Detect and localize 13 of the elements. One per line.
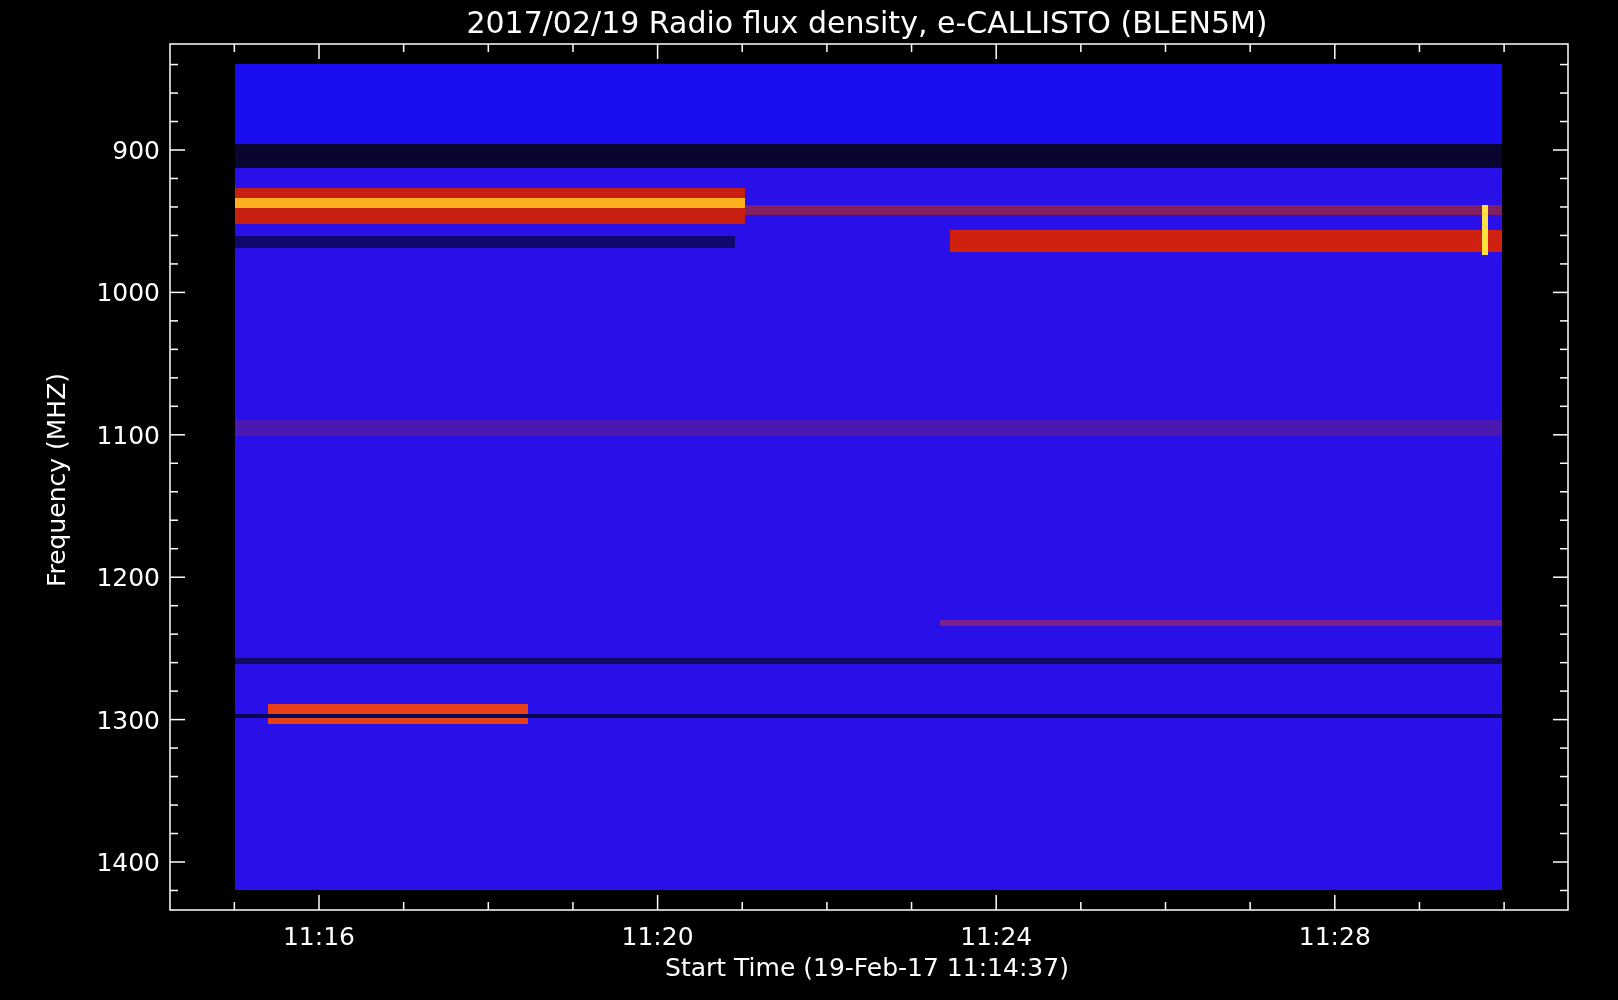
tick-label: 1000 — [96, 278, 160, 308]
axis-title: Start Time (19-Feb-17 11:14:37) — [665, 953, 1069, 982]
tick-label: 1100 — [96, 420, 160, 450]
tick-label: 900 — [112, 136, 160, 165]
tick-label: 11:16 — [283, 922, 355, 951]
axis-title: Frequency (MHZ) — [42, 372, 71, 588]
tick-label: 11:24 — [960, 922, 1033, 951]
tick-label: 1300 — [96, 705, 160, 735]
tick-label: 1400 — [96, 848, 160, 877]
chart-title: 2017/02/19 Radio flux density, e-CALLISTO (BLEN5M) — [466, 5, 1268, 40]
tick-label: 11:20 — [621, 922, 694, 951]
tick-label: 11:28 — [1298, 922, 1371, 951]
tick-label: 1200 — [96, 563, 160, 593]
